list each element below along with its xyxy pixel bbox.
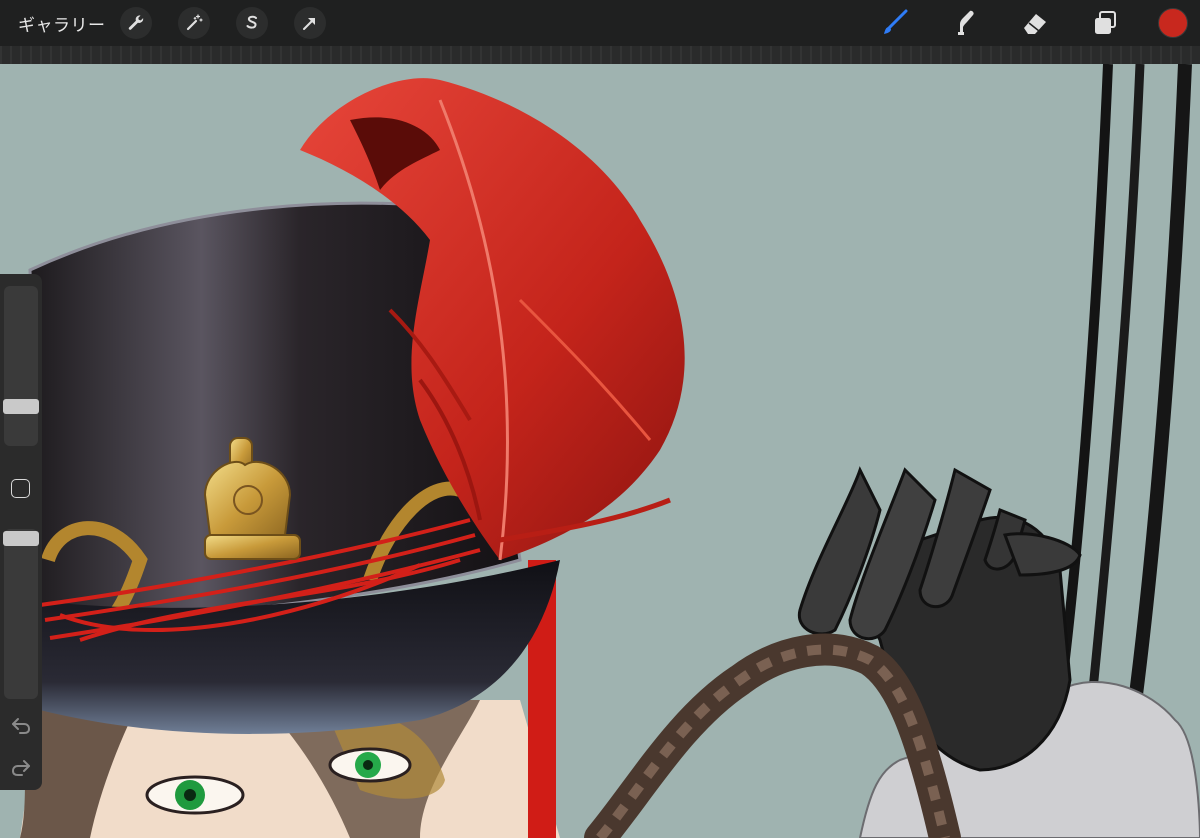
magic-wand-icon	[186, 14, 203, 31]
adjustments-button[interactable]	[177, 7, 210, 39]
eraser-tool-button[interactable]	[1016, 4, 1054, 42]
modify-button[interactable]	[11, 479, 30, 498]
eraser-icon	[1024, 14, 1046, 34]
brush-size-thumb[interactable]	[3, 399, 39, 414]
artwork-illustration	[20, 64, 1200, 838]
gallery-button[interactable]: ギャラリー	[18, 11, 106, 36]
move-arrow-icon	[302, 18, 315, 30]
black-glove-hand	[797, 466, 1082, 772]
opacity-thumb[interactable]	[3, 531, 39, 546]
brush-sidebar	[0, 274, 42, 790]
layers-button[interactable]	[1086, 4, 1124, 42]
wrench-icon	[128, 15, 143, 30]
undo-icon[interactable]	[10, 714, 32, 736]
top-toolbar: ギャラリー	[0, 0, 1200, 46]
paint-tools	[844, 0, 1188, 46]
canvas-top-ruler	[0, 46, 1200, 64]
redo-icon[interactable]	[10, 756, 32, 778]
smudge-tool-button[interactable]	[946, 4, 984, 42]
brush-tool-button[interactable]	[876, 4, 914, 42]
drawing-canvas[interactable]	[0, 64, 1200, 838]
actions-button[interactable]	[119, 7, 152, 39]
selection-s-icon	[246, 15, 257, 29]
smudge-icon	[958, 10, 974, 35]
selection-button[interactable]	[235, 7, 268, 39]
brush-size-slider[interactable]	[4, 286, 38, 446]
opacity-slider[interactable]	[4, 529, 38, 699]
color-picker-button[interactable]	[1158, 8, 1188, 38]
hair-strands-right	[1055, 64, 1192, 741]
transform-button[interactable]	[293, 7, 326, 39]
layers-icon	[1095, 11, 1116, 34]
brush-icon	[884, 9, 908, 34]
